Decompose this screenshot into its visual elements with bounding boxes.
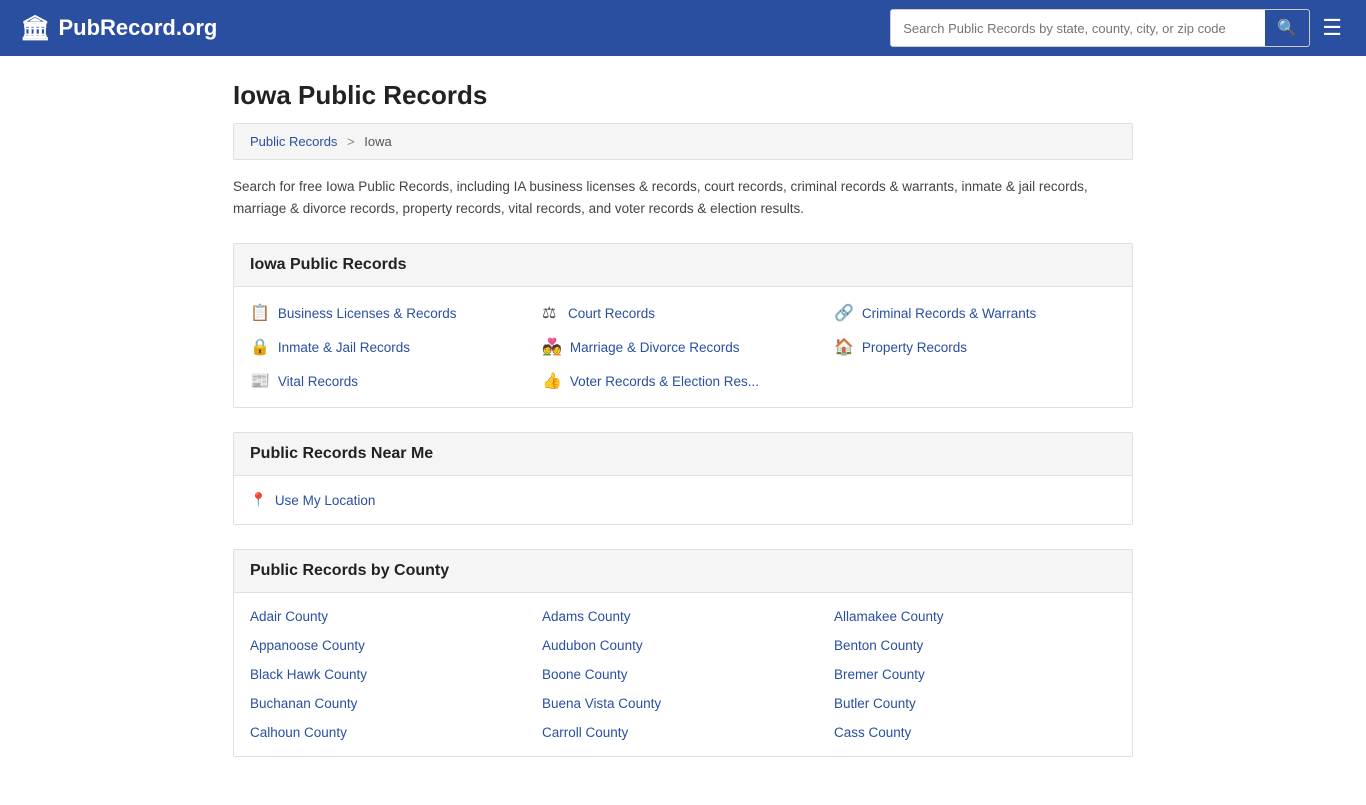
- use-location-label: Use My Location: [275, 493, 376, 508]
- record-icon-4: 💑: [542, 337, 562, 357]
- breadcrumb-separator: >: [347, 134, 355, 149]
- search-input[interactable]: [891, 13, 1265, 44]
- breadcrumb-current: Iowa: [364, 134, 391, 149]
- record-icon-6: 📰: [250, 371, 270, 391]
- record-label-4: Marriage & Divorce Records: [570, 340, 740, 355]
- county-item[interactable]: Buena Vista County: [542, 696, 824, 711]
- county-item[interactable]: Appanoose County: [250, 638, 532, 653]
- record-label-3: Inmate & Jail Records: [278, 340, 410, 355]
- logo-icon: 🏛: [20, 14, 50, 43]
- county-item[interactable]: Carroll County: [542, 725, 824, 740]
- record-item-3[interactable]: 🔒 Inmate & Jail Records: [250, 337, 532, 357]
- record-item-7[interactable]: 👍 Voter Records & Election Res...: [542, 371, 824, 391]
- county-item[interactable]: Buchanan County: [250, 696, 532, 711]
- county-item[interactable]: Allamakee County: [834, 609, 1116, 624]
- record-item-6[interactable]: 📰 Vital Records: [250, 371, 532, 391]
- iowa-records-section: Iowa Public Records 📋 Business Licenses &…: [233, 243, 1133, 408]
- county-item[interactable]: Benton County: [834, 638, 1116, 653]
- county-item[interactable]: Butler County: [834, 696, 1116, 711]
- breadcrumb: Public Records > Iowa: [233, 123, 1133, 160]
- iowa-records-body: 📋 Business Licenses & Records ⚖ Court Recor…: [234, 287, 1132, 407]
- page-description: Search for free Iowa Public Records, inc…: [233, 176, 1133, 219]
- page-title: Iowa Public Records: [233, 80, 1133, 111]
- menu-icon: ☰: [1322, 15, 1342, 40]
- search-button[interactable]: 🔍: [1265, 10, 1309, 46]
- record-icon-2: 🔗: [834, 303, 854, 323]
- near-me-heading: Public Records Near Me: [234, 433, 1132, 476]
- menu-button[interactable]: ☰: [1318, 11, 1346, 45]
- county-section: Public Records by County Adair CountyAda…: [233, 549, 1133, 757]
- record-label-7: Voter Records & Election Res...: [570, 374, 759, 389]
- county-item[interactable]: Adair County: [250, 609, 532, 624]
- iowa-records-heading: Iowa Public Records: [234, 244, 1132, 287]
- record-icon-7: 👍: [542, 371, 562, 391]
- search-bar: 🔍: [890, 9, 1310, 47]
- header: 🏛 PubRecord.org 🔍 ☰: [0, 0, 1366, 56]
- record-item-0[interactable]: 📋 Business Licenses & Records: [250, 303, 532, 323]
- county-item[interactable]: Boone County: [542, 667, 824, 682]
- county-item[interactable]: Black Hawk County: [250, 667, 532, 682]
- record-icon-1: ⚖: [542, 303, 560, 323]
- near-me-body: 📍 Use My Location: [234, 476, 1132, 524]
- county-item[interactable]: Bremer County: [834, 667, 1116, 682]
- record-icon-0: 📋: [250, 303, 270, 323]
- county-heading: Public Records by County: [234, 550, 1132, 593]
- record-icon-3: 🔒: [250, 337, 270, 357]
- county-item[interactable]: Cass County: [834, 725, 1116, 740]
- county-item[interactable]: Audubon County: [542, 638, 824, 653]
- record-label-2: Criminal Records & Warrants: [862, 306, 1036, 321]
- site-logo[interactable]: 🏛 PubRecord.org: [20, 14, 217, 43]
- county-item[interactable]: Adams County: [542, 609, 824, 624]
- header-right: 🔍 ☰: [890, 9, 1346, 47]
- county-grid: Adair County Adams County Allamakee County…: [234, 593, 1132, 756]
- record-item-2[interactable]: 🔗 Criminal Records & Warrants: [834, 303, 1116, 323]
- record-icon-5: 🏠: [834, 337, 854, 357]
- use-location-button[interactable]: 📍 Use My Location: [250, 492, 1116, 508]
- record-label-5: Property Records: [862, 340, 967, 355]
- record-label-6: Vital Records: [278, 374, 358, 389]
- record-item-4[interactable]: 💑 Marriage & Divorce Records: [542, 337, 824, 357]
- location-icon: 📍: [250, 492, 267, 508]
- records-grid: 📋 Business Licenses & Records ⚖ Court Recor…: [250, 303, 1116, 391]
- record-label-1: Court Records: [568, 306, 655, 321]
- near-me-section: Public Records Near Me 📍 Use My Location: [233, 432, 1133, 525]
- search-icon: 🔍: [1277, 20, 1297, 37]
- logo-text: PubRecord.org: [58, 15, 217, 41]
- breadcrumb-parent[interactable]: Public Records: [250, 134, 337, 149]
- county-item[interactable]: Calhoun County: [250, 725, 532, 740]
- record-item-5[interactable]: 🏠 Property Records: [834, 337, 1116, 357]
- record-label-0: Business Licenses & Records: [278, 306, 457, 321]
- main-content: Iowa Public Records Public Records > Iow…: [213, 56, 1153, 805]
- record-item-1[interactable]: ⚖ Court Records: [542, 303, 824, 323]
